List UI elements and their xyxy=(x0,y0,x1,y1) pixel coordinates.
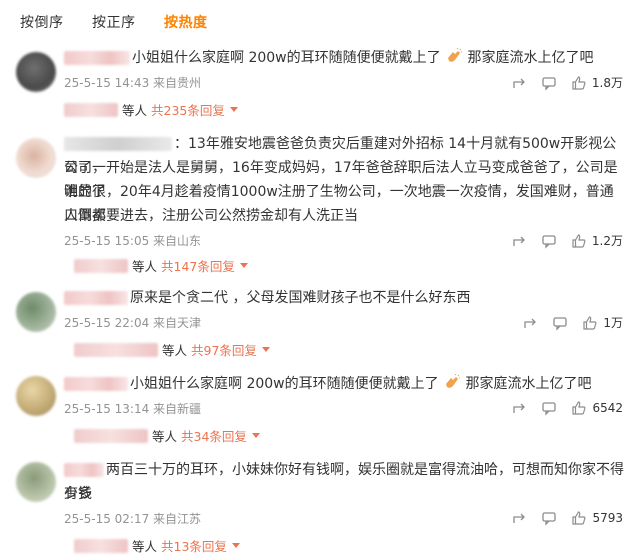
reply-summary: 等人 共97条回复 xyxy=(74,340,270,359)
share-icon[interactable] xyxy=(511,510,527,526)
username[interactable] xyxy=(64,291,128,305)
like-icon xyxy=(571,400,587,416)
comment-item: 原来是个贪二代 ，父母发国难财孩子也不是什么好东西 25-5-15 22:04 … xyxy=(0,286,637,366)
chevron-down-icon xyxy=(261,347,270,352)
comment-icon[interactable] xyxy=(541,233,557,249)
avatar[interactable] xyxy=(16,376,56,416)
clapping-hands-emoji-icon xyxy=(445,47,463,64)
replier-names xyxy=(74,342,158,357)
username[interactable] xyxy=(64,51,130,65)
comment-text: 小姐姐什么家庭啊 200w的耳环随随便便就戴上了 那家庭流水上亿了吧 xyxy=(64,46,625,70)
comment-item: 小姐姐什么家庭啊 200w的耳环随随便便就戴上了 那家庭流水上亿了吧 25-5-… xyxy=(0,372,637,456)
username[interactable] xyxy=(64,137,172,151)
sort-desc-tab[interactable]: 按倒序 xyxy=(20,12,64,32)
like-button[interactable]: 1万 xyxy=(582,314,623,331)
like-button[interactable]: 1.8万 xyxy=(571,74,623,91)
chevron-down-icon xyxy=(231,543,240,548)
sort-bar: 按倒序 按正序 按热度 xyxy=(0,0,637,44)
comment-actions: 1.8万 xyxy=(511,74,623,91)
comment-text-part: 那家庭流水上亿了吧 xyxy=(465,376,592,392)
avatar[interactable] xyxy=(16,292,56,332)
comment-meta: 25-5-15 13:14 来自新疆 xyxy=(64,402,202,416)
comment-text-part: 原来是个贪二代 ，父母发国难财孩子也不是什么好东西 xyxy=(130,290,471,306)
comment-icon[interactable] xyxy=(541,510,557,526)
clapping-hands-emoji-icon xyxy=(443,373,461,390)
share-icon[interactable] xyxy=(511,400,527,416)
chevron-down-icon xyxy=(239,263,248,268)
like-icon xyxy=(571,233,587,249)
comment-icon[interactable] xyxy=(552,315,568,331)
comment-text-part: 小姐姐什么家庭啊 200w的耳环随随便便就戴上了 xyxy=(132,50,441,66)
reply-prefix: 等人 xyxy=(122,103,148,118)
replier-names xyxy=(74,538,128,553)
comment-text-part: 小姐姐什么家庭啊 200w的耳环随随便便就戴上了 xyxy=(130,376,439,392)
comment-meta: 25-5-15 14:43 来自贵州 xyxy=(64,76,202,90)
view-replies-link[interactable]: 共34条回复 xyxy=(181,426,247,445)
like-count: 1万 xyxy=(603,316,623,330)
username[interactable] xyxy=(64,463,104,477)
replier-names xyxy=(74,428,148,443)
chevron-down-icon xyxy=(229,107,238,112)
replier-names xyxy=(74,258,128,273)
like-count: 1.2万 xyxy=(591,234,623,248)
comment-meta: 25-5-15 22:04 来自天津 xyxy=(64,316,202,330)
view-replies-link[interactable]: 共97条回复 xyxy=(191,340,257,359)
like-button[interactable]: 5793 xyxy=(571,510,623,526)
reply-prefix: 等人 xyxy=(152,429,178,444)
comment-actions: 6542 xyxy=(511,400,623,416)
like-count: 5793 xyxy=(592,511,623,525)
comment-meta: 25-5-15 02:17 来自江苏 xyxy=(64,512,202,526)
reply-summary: 等人 共235条回复 xyxy=(64,100,238,119)
like-icon xyxy=(571,510,587,526)
view-replies-link[interactable]: 共147条回复 xyxy=(161,256,235,275)
sort-hot-tab[interactable]: 按热度 xyxy=(164,12,208,32)
share-icon[interactable] xyxy=(511,233,527,249)
view-replies-link[interactable]: 共235条回复 xyxy=(151,100,225,119)
reply-summary: 等人 共34条回复 xyxy=(74,426,260,445)
comment-text: 小姐姐什么家庭啊 200w的耳环随随便便就戴上了 那家庭流水上亿了吧 xyxy=(64,372,625,396)
view-replies-link[interactable]: 共13条回复 xyxy=(161,536,227,555)
reply-prefix: 等人 xyxy=(132,539,158,554)
comment-actions: 1.2万 xyxy=(511,232,623,249)
username[interactable] xyxy=(64,377,128,391)
reply-summary: 等人 共147条回复 xyxy=(74,256,248,275)
comment-text-part: 那家庭流水上亿了吧 xyxy=(467,50,594,66)
comment-text-line: 少钱 xyxy=(64,486,92,502)
comment-item: ：13年雅安地震爸爸负责灾后重建对外招标 14十月就有500w开影视公司了， 公… xyxy=(0,132,637,280)
like-button[interactable]: 1.2万 xyxy=(571,232,623,249)
chevron-down-icon xyxy=(251,433,260,438)
comment-actions: 1万 xyxy=(522,314,623,331)
comment-text: 原来是个贪二代 ，父母发国难财孩子也不是什么好东西 xyxy=(64,286,625,310)
comment-text-line: 口罩都要进去，注册公司公然捞金却有人洗正当 xyxy=(64,208,358,224)
like-button[interactable]: 6542 xyxy=(571,400,623,416)
avatar[interactable] xyxy=(16,52,56,92)
share-icon[interactable] xyxy=(522,315,538,331)
comment-actions: 5793 xyxy=(511,510,623,526)
like-icon xyxy=(582,315,598,331)
reply-prefix: 等人 xyxy=(132,259,158,274)
replier-names xyxy=(64,102,118,117)
reply-prefix: 等人 xyxy=(162,343,188,358)
sort-asc-tab[interactable]: 按正序 xyxy=(92,12,136,32)
comment-item: 小姐姐什么家庭啊 200w的耳环随随便便就戴上了 那家庭流水上亿了吧 25-5-… xyxy=(0,44,637,128)
reply-summary: 等人 共13条回复 xyxy=(74,536,240,555)
avatar[interactable] xyxy=(16,138,56,178)
comment-icon[interactable] xyxy=(541,75,557,91)
comment-item: 两百三十万的耳环，小妹妹你好有钱啊，娱乐圈就是富得流油哈，可想而知你家不得有多 … xyxy=(0,458,637,559)
comment-icon[interactable] xyxy=(541,400,557,416)
like-count: 1.8万 xyxy=(591,76,623,90)
avatar[interactable] xyxy=(16,462,56,502)
comment-meta: 25-5-15 15:05 来自山东 xyxy=(64,234,202,248)
share-icon[interactable] xyxy=(511,75,527,91)
like-icon xyxy=(571,75,587,91)
like-count: 6542 xyxy=(592,401,623,415)
